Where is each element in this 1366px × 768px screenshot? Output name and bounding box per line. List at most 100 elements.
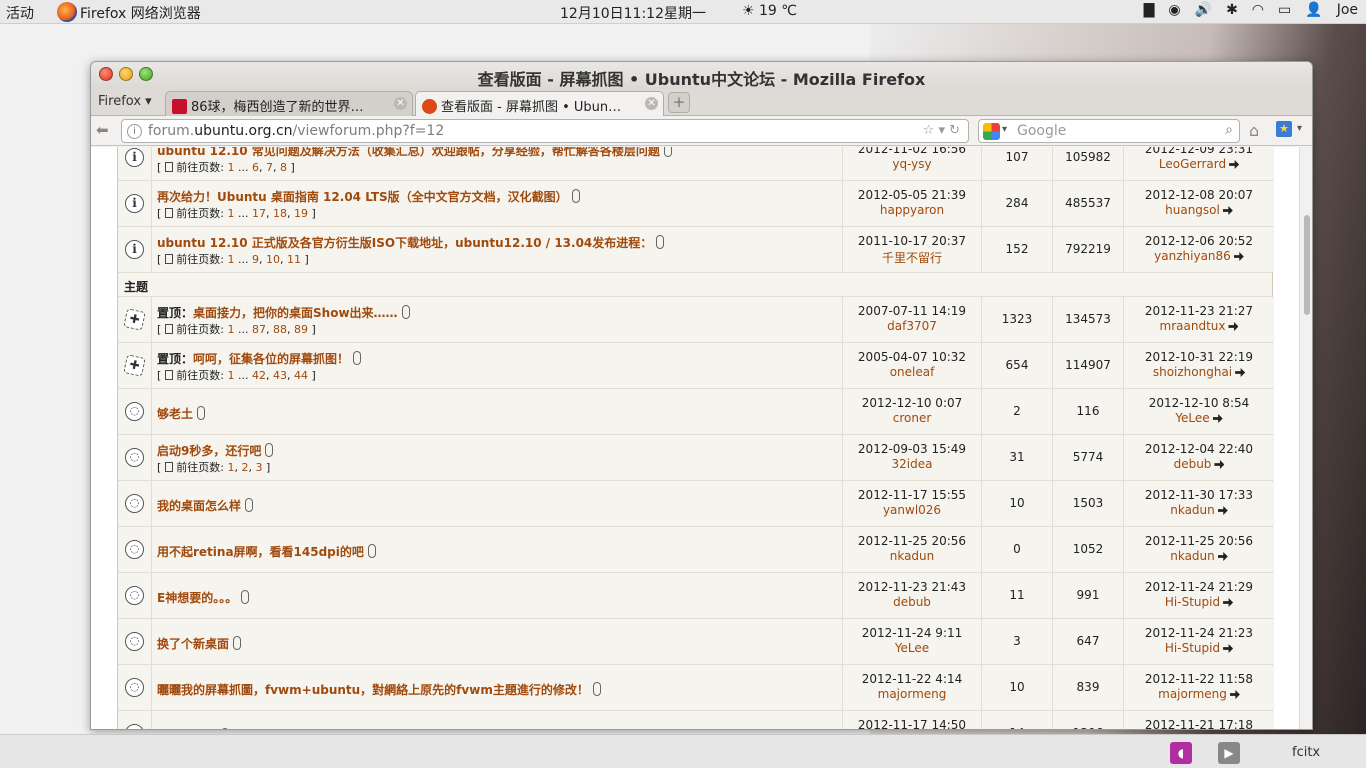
accessibility-icon[interactable]: ◉ [1168,2,1180,18]
page-link[interactable]: 7 [266,161,273,174]
page-link[interactable]: 2 [242,461,249,474]
folder-icon[interactable]: ▇ [1144,2,1155,18]
firefox-menu-button[interactable]: Firefox ▾ [98,94,152,109]
topic-author-link[interactable]: YeLee [843,641,981,655]
title-bar[interactable]: 查看版面 - 屏幕抓图 • Ubuntu中文论坛 - Mozilla Firef… [91,62,1312,89]
last-post-author-link[interactable]: debub [1174,457,1212,471]
page-link[interactable]: 9 [252,253,259,266]
goto-last-post-icon[interactable] [1222,206,1233,215]
page-link[interactable]: 1 [228,161,235,174]
goto-last-post-icon[interactable] [1228,322,1239,331]
bluetooth-icon[interactable]: ✱ [1226,2,1238,18]
page-link[interactable]: 88 [273,323,287,336]
search-bar[interactable]: ▾ Google ⌕ [978,119,1240,143]
topic-title-link[interactable]: 还是这样好 [157,729,217,730]
page-link[interactable]: 8 [280,161,287,174]
page-link[interactable]: 87 [252,323,266,336]
back-arrow-icon[interactable]: ⬅ [96,121,109,139]
topic-author-link[interactable]: 32idea [843,457,981,471]
page-link[interactable]: 18 [273,207,287,220]
page-link[interactable]: 19 [294,207,308,220]
weather-indicator[interactable]: ☀ 19 ℃ [742,3,797,19]
topic-author-link[interactable]: majormeng [843,687,981,701]
user-icon[interactable]: 👤 [1305,2,1322,18]
topic-author-link[interactable]: yq-ysy [843,157,981,171]
battery-icon[interactable]: ▭ [1278,2,1291,18]
page-link[interactable]: 6 [252,161,259,174]
goto-last-post-icon[interactable] [1233,252,1244,261]
bookmarks-icon[interactable]: ★ [1276,121,1292,137]
topic-title-link[interactable]: 够老土 [157,407,193,421]
topic-title-link[interactable]: ubuntu 12.10 常见问题及解决方法（收集汇总）欢迎跟帖，分享经验，帮忙… [157,147,660,158]
last-post-author-link[interactable]: Hi-Stupid [1165,595,1220,609]
topic-author-link[interactable]: 千里不留行 [843,249,981,266]
topic-title-link[interactable]: 用不起retina屏啊，看看145dpi的吧 [157,545,364,559]
last-post-author-link[interactable]: Hi-Stupid [1165,641,1220,655]
topic-title-link[interactable]: E神想要的。。。 [157,591,237,605]
last-post-author-link[interactable]: yanzhiyan86 [1154,249,1231,263]
page-link[interactable]: 89 [294,323,308,336]
goto-last-post-icon[interactable] [1235,368,1246,377]
goto-last-post-icon[interactable] [1229,160,1240,169]
topic-title-link[interactable]: 启动9秒多，还行吧 [157,444,261,458]
last-post-author-link[interactable]: YeLee [1175,411,1209,425]
home-icon[interactable]: ⌂ [1249,121,1259,140]
url-bar[interactable]: i forum.ubuntu.org.cn/viewforum.php?f=12… [121,119,969,143]
goto-last-post-icon[interactable] [1212,414,1223,423]
goto-last-post-icon[interactable] [1214,460,1225,469]
topic-author-link[interactable]: debub [843,595,981,609]
new-tab-button[interactable]: + [668,92,690,113]
close-tab-icon[interactable]: ✕ [645,97,658,110]
user-name[interactable]: Joe [1337,2,1358,18]
goto-last-post-icon[interactable] [1217,506,1228,515]
site-identity-icon[interactable]: i [127,124,142,139]
tab-sina[interactable]: 86球，梅西创造了新的世界… ✕ [165,91,413,116]
last-post-author-link[interactable]: huangsol [1165,203,1220,217]
topic-title-link[interactable]: 再次给力！Ubuntu 桌面指南 12.04 LTS版（全中文官方文档，汉化截图… [157,190,568,204]
page-link[interactable]: 10 [266,253,280,266]
google-engine-icon[interactable] [983,123,1000,140]
page-link[interactable]: 44 [294,369,308,382]
topic-title-link[interactable]: 我的桌面怎么样 [157,499,241,513]
wifi-icon[interactable]: ◠ [1252,2,1264,18]
page-link[interactable]: 3 [256,461,263,474]
goto-last-post-icon[interactable] [1229,690,1240,699]
last-post-author-link[interactable]: majormeng [1158,687,1227,701]
media-player-icon[interactable]: ▶ [1218,742,1240,764]
page-link[interactable]: 43 [273,369,287,382]
search-icon[interactable]: ⌕ [1225,122,1233,138]
engine-dropdown-icon[interactable]: ▾ [1002,124,1007,135]
topic-author-link[interactable]: daf3707 [843,319,981,333]
volume-icon[interactable]: 🔊 [1195,2,1212,18]
page-link[interactable]: 1 [228,369,235,382]
activities-button[interactable]: 活动 [6,3,34,23]
page-link[interactable]: 1 [228,323,235,336]
fcitx-label[interactable]: fcitx [1292,745,1320,760]
topic-author-link[interactable]: happyaron [843,203,981,217]
page-link[interactable]: 1 [228,461,235,474]
page-link[interactable]: 42 [252,369,266,382]
goto-last-post-icon[interactable] [1217,552,1228,561]
bookmark-star-icon[interactable]: ☆ ▾ ↻ [923,123,960,138]
page-link[interactable]: 11 [287,253,301,266]
last-post-author-link[interactable]: mraandtux [1160,319,1226,333]
page-link[interactable]: 17 [252,207,266,220]
goto-last-post-icon[interactable] [1223,644,1234,653]
topic-author-link[interactable]: yanwl026 [843,503,981,517]
close-tab-icon[interactable]: ✕ [394,97,407,110]
topic-title-link[interactable]: 换了个新桌面 [157,637,229,651]
last-post-author-link[interactable]: shoizhonghai [1153,365,1232,379]
topic-title-link[interactable]: 桌面接力，把你的桌面Show出来…… [193,306,398,320]
topic-author-link[interactable]: nkadun [843,549,981,563]
clock[interactable]: 12月10日11:12星期一 [560,3,706,23]
topic-title-link[interactable]: 呵呵，征集各位的屏幕抓图！ [193,352,349,366]
vertical-scrollbar[interactable] [1299,147,1312,729]
topic-title-link[interactable]: 曬曬我的屏幕抓圖，fvwm+ubuntu，對網絡上原先的fvwm主題進行的修改！ [157,683,589,697]
app-menu-label[interactable]: Firefox 网络浏览器 [80,3,201,23]
last-post-author-link[interactable]: nkadun [1170,503,1215,517]
last-post-author-link[interactable]: LeoGerrard [1159,157,1226,171]
bookmarks-dropdown-icon[interactable]: ▾ [1297,123,1302,134]
topic-author-link[interactable]: croner [843,411,981,425]
page-link[interactable]: 1 [228,207,235,220]
topic-author-link[interactable]: oneleaf [843,365,981,379]
